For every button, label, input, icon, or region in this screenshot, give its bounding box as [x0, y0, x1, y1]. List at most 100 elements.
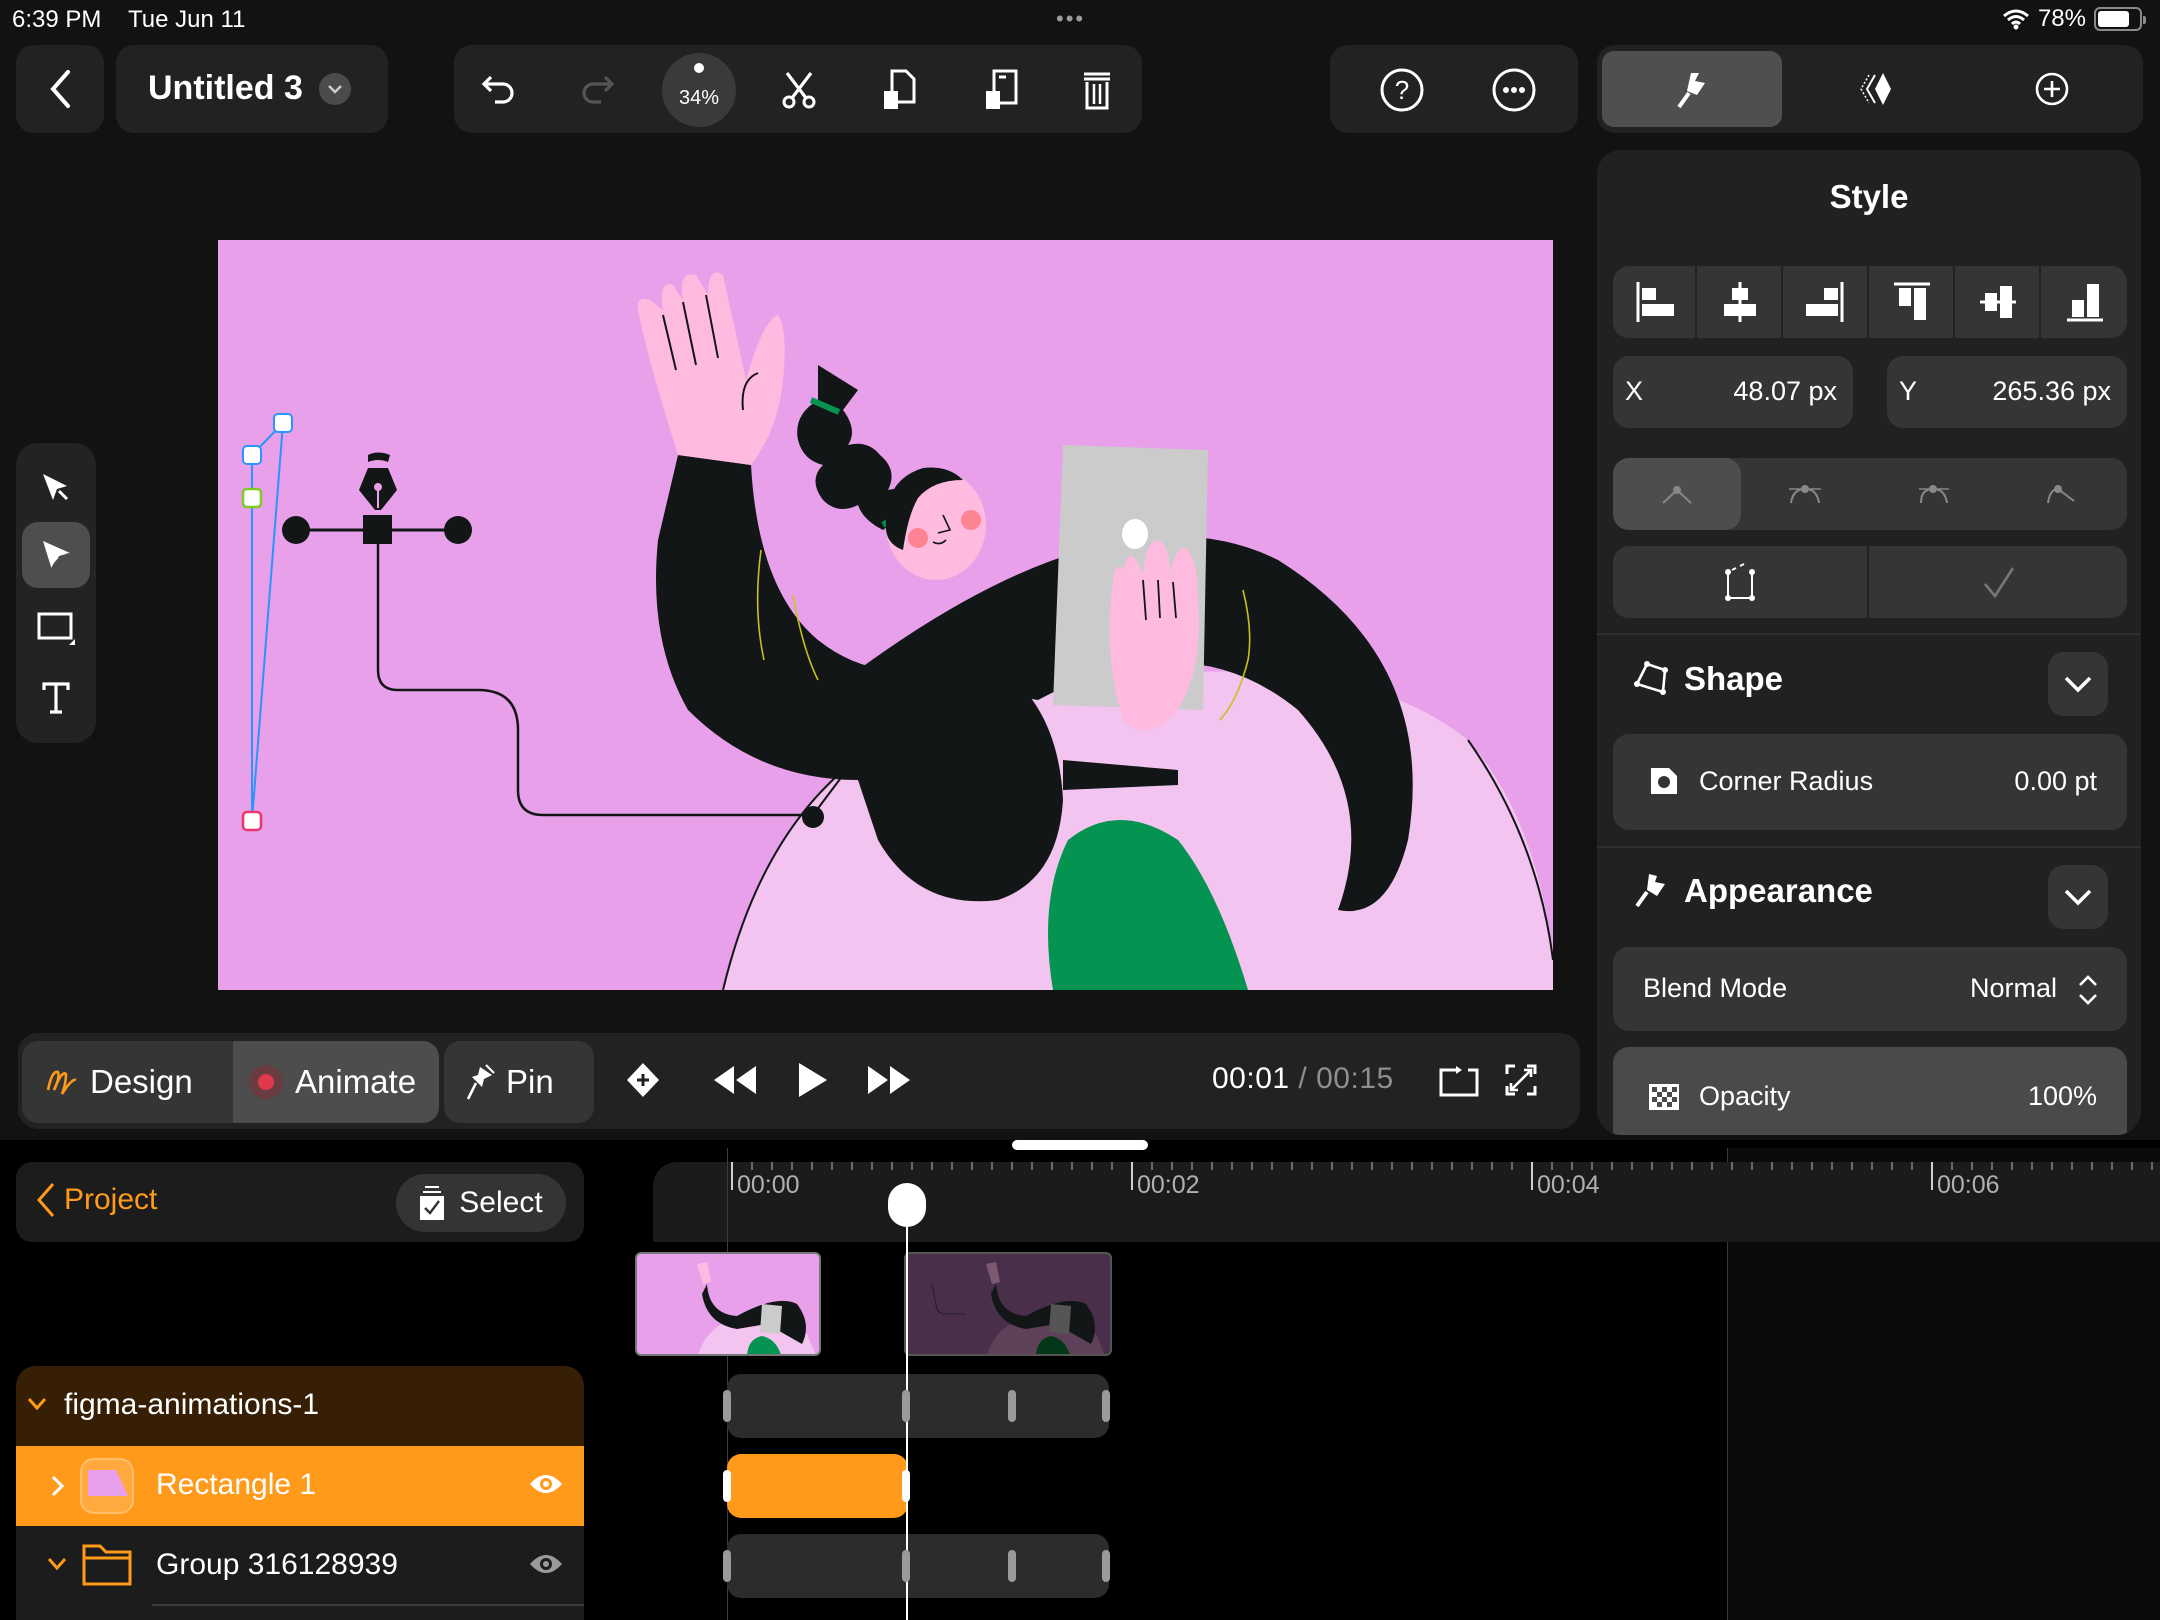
layer-thumbnail [80, 1458, 134, 1514]
ruler-minor-tick [831, 1162, 833, 1170]
fullscreen-button[interactable] [1496, 1055, 1546, 1105]
project-back-button[interactable]: Project [36, 1182, 157, 1218]
clip-thumbnail[interactable] [635, 1252, 821, 1356]
pen-anchor-node[interactable] [363, 515, 392, 544]
help-button[interactable]: ? [1375, 63, 1429, 117]
play-button[interactable] [788, 1053, 838, 1107]
paste-icon [984, 69, 1018, 111]
redo-button[interactable] [570, 63, 624, 117]
bezier-handle-left[interactable] [282, 516, 310, 544]
align-bottom-button[interactable] [2043, 266, 2127, 338]
expand-icon [1504, 1063, 1538, 1097]
loop-button[interactable] [1434, 1055, 1484, 1105]
keyframe-handle-selected[interactable] [723, 1470, 731, 1502]
point-type-asymmetric[interactable] [1869, 458, 1997, 530]
layer-name: figma-animations-1 [64, 1388, 320, 1421]
align-center-h-button[interactable] [1699, 266, 1783, 338]
tool-direct-select[interactable] [22, 522, 90, 588]
tool-text[interactable] [22, 665, 90, 731]
keyframe-handle[interactable] [1102, 1390, 1110, 1422]
ruler-major-tick [1531, 1162, 1533, 1190]
clip-thumbnail[interactable] [904, 1252, 1112, 1356]
bezier-handle-right[interactable] [444, 516, 472, 544]
ruler-minor-tick [1971, 1162, 1973, 1170]
selected-vertex-handle[interactable] [241, 487, 263, 509]
home-indicator[interactable] [1012, 1140, 1148, 1150]
align-top-button[interactable] [1871, 266, 1955, 338]
track-bar-artboard[interactable] [727, 1374, 1109, 1438]
mode-pin-label: Pin [506, 1063, 554, 1100]
layer-row-artboard[interactable]: figma-animations-1 [16, 1366, 584, 1446]
checkmark-icon [1981, 564, 2017, 600]
back-button[interactable] [16, 45, 104, 133]
status-bar: 6:39 PM Tue Jun 11 ••• 78% [0, 0, 2160, 40]
ruler-minor-tick [1891, 1162, 1893, 1170]
align-center-v-button[interactable] [1957, 266, 2041, 338]
eye-icon[interactable] [528, 1472, 564, 1496]
time-ruler[interactable] [653, 1162, 2160, 1242]
layer-row-group[interactable]: Group 316128939 [16, 1526, 584, 1606]
confirm-path-button[interactable] [1871, 546, 2127, 618]
ruler-minor-tick [2051, 1162, 2053, 1170]
open-path-button[interactable] [1613, 546, 1869, 618]
point-type-disconnected[interactable] [1997, 458, 2127, 530]
tab-animation[interactable] [1787, 51, 1967, 127]
artboard-canvas[interactable] [218, 240, 1553, 990]
ruler-minor-tick [911, 1162, 913, 1170]
add-keyframe-button[interactable] [618, 1055, 668, 1105]
keyframe-handle[interactable] [902, 1390, 910, 1422]
path-anchor-node[interactable] [802, 806, 824, 828]
select-button[interactable]: Select [396, 1174, 566, 1232]
keyframe-handle[interactable] [1008, 1390, 1016, 1422]
x-position-field[interactable]: X 48.07 px [1613, 356, 1853, 428]
point-type-mirrored[interactable] [1741, 458, 1869, 530]
keyframe-handle[interactable] [1102, 1550, 1110, 1582]
tab-add[interactable] [1967, 51, 2137, 127]
delete-button[interactable] [1070, 63, 1124, 117]
eye-icon[interactable] [528, 1552, 564, 1576]
tool-rectangle[interactable] [22, 593, 90, 659]
playhead-knob[interactable] [888, 1183, 926, 1227]
copy-button[interactable] [872, 63, 926, 117]
keyframe-handle[interactable] [723, 1550, 731, 1582]
appearance-section-toggle[interactable] [2048, 865, 2108, 929]
rewind-button[interactable] [704, 1055, 764, 1105]
keyframe-handle-selected[interactable] [902, 1470, 910, 1502]
zoom-level-button[interactable]: 34% [662, 53, 736, 127]
ruler-minor-tick [1211, 1162, 1213, 1170]
shape-section-toggle[interactable] [2048, 652, 2108, 716]
mode-animate-button[interactable]: Animate [233, 1041, 439, 1123]
more-button[interactable] [1487, 63, 1541, 117]
layer-row-selected[interactable]: Rectangle 1 [16, 1446, 584, 1526]
fast-forward-button[interactable] [860, 1055, 920, 1105]
keyframe-handle[interactable] [723, 1390, 731, 1422]
x-value: 48.07 px [1733, 376, 1837, 406]
y-position-field[interactable]: Y 265.36 px [1887, 356, 2127, 428]
cut-button[interactable] [772, 63, 826, 117]
corner-radius-field[interactable]: Corner Radius 0.00 pt [1613, 734, 2127, 830]
multitasking-dots[interactable]: ••• [1056, 6, 1085, 32]
track-bar-selected[interactable] [727, 1454, 908, 1518]
tool-select[interactable] [22, 455, 90, 521]
align-right-button[interactable] [1785, 266, 1869, 338]
design-squiggle-icon [44, 1064, 80, 1100]
track-bar-group[interactable] [727, 1534, 1109, 1598]
vertex-handle[interactable] [273, 413, 293, 433]
mode-design-button[interactable]: Design [22, 1041, 234, 1123]
blend-mode-select[interactable]: Blend Mode Normal [1613, 947, 2127, 1031]
ruler-minor-tick [1851, 1162, 1853, 1170]
ruler-minor-tick [1831, 1162, 1833, 1170]
mode-pin-button[interactable]: Pin [444, 1041, 594, 1123]
end-vertex-handle[interactable] [241, 810, 263, 832]
document-title-button[interactable]: Untitled 3 [116, 45, 388, 133]
vertex-handle[interactable] [242, 445, 262, 465]
align-left-button[interactable] [1613, 266, 1697, 338]
point-type-corner[interactable] [1613, 458, 1741, 530]
keyframe-handle[interactable] [1008, 1550, 1016, 1582]
keyframe-handle[interactable] [902, 1550, 910, 1582]
chevron-right-icon [50, 1474, 66, 1498]
opacity-slider[interactable]: Opacity 100% [1613, 1047, 2127, 1135]
tab-style[interactable] [1602, 51, 1782, 127]
undo-button[interactable] [472, 63, 526, 117]
paste-button[interactable] [974, 63, 1028, 117]
